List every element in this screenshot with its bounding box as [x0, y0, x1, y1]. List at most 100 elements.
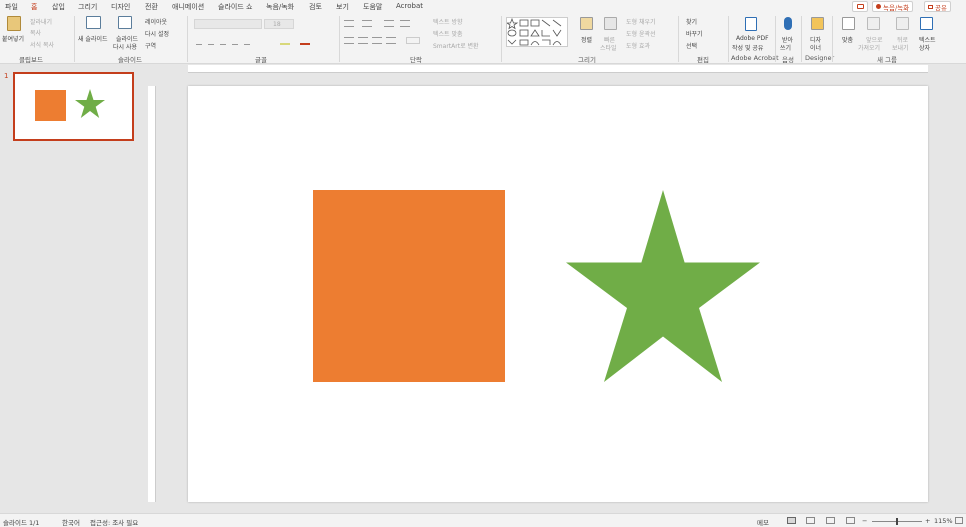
- slide-canvas[interactable]: [188, 86, 928, 502]
- share-label: 공유: [935, 3, 947, 12]
- shape-effects-button[interactable]: 도형 효과: [626, 41, 650, 50]
- tab-view[interactable]: 보기: [336, 2, 349, 12]
- align-button[interactable]: 맞춤: [842, 35, 853, 44]
- font-group-label: 글꼴: [255, 56, 267, 64]
- slide-thumbnail[interactable]: [13, 72, 134, 141]
- arrange-button[interactable]: 정렬: [581, 35, 592, 44]
- language-indicator[interactable]: 한국어: [62, 517, 80, 527]
- menu-bar: 파일 홈 삽입 그리기 디자인 전환 애니메이션 슬라이드 쇼 녹음/녹화 검토…: [0, 0, 966, 15]
- text-direction-button[interactable]: 텍스트 방향: [433, 17, 463, 26]
- paragraph-buttons: [344, 20, 424, 54]
- divider: [187, 16, 188, 62]
- orange-rectangle[interactable]: [313, 190, 505, 382]
- fit-to-window-icon[interactable]: [955, 517, 963, 524]
- bring-forward-label-2: 가져오기: [858, 45, 881, 52]
- share-button[interactable]: 공유: [924, 1, 951, 12]
- notes-button[interactable]: 메모: [757, 517, 769, 527]
- tab-home[interactable]: 홈: [31, 2, 38, 15]
- reading-view-icon[interactable]: [826, 517, 835, 524]
- green-star[interactable]: [566, 189, 760, 383]
- create-pdf-button[interactable]: Adobe PDF: [736, 35, 769, 42]
- tab-acrobat[interactable]: Acrobat: [396, 2, 423, 10]
- designer-group-label: Designer: [805, 54, 835, 62]
- quick-styles-icon: [604, 17, 617, 30]
- slide-number: 1: [4, 72, 9, 80]
- divider: [832, 16, 833, 62]
- zoom-out-icon[interactable]: −: [862, 517, 867, 525]
- new-slide-button[interactable]: 새 슬라이드: [78, 34, 108, 43]
- reuse-slides-icon: [118, 16, 132, 29]
- tab-record[interactable]: 녹음/녹화: [266, 2, 294, 12]
- create-pdf-label-2: 작성 및 공유: [732, 45, 764, 52]
- divider: [801, 16, 802, 62]
- format-painter-button[interactable]: 서식 복사: [30, 40, 54, 49]
- comment-icon: [856, 4, 864, 9]
- editing-group-label: 편집: [697, 56, 709, 64]
- tab-design[interactable]: 디자인: [111, 2, 130, 12]
- divider: [728, 16, 729, 62]
- designer-label-2: 이너: [810, 45, 822, 52]
- section-button[interactable]: 구역: [145, 41, 156, 50]
- reset-button[interactable]: 다시 설정: [145, 29, 169, 38]
- dictate-label-2: 쓰기: [780, 45, 792, 52]
- textbox-icon: [920, 17, 933, 30]
- replace-button[interactable]: 바꾸기: [686, 29, 703, 38]
- send-backward-icon: [896, 17, 909, 30]
- tab-transitions[interactable]: 전환: [145, 2, 158, 12]
- quick-styles-label-2: 스타일: [600, 45, 617, 52]
- font-size-dropdown[interactable]: 18: [264, 19, 294, 29]
- divider: [678, 16, 679, 62]
- tab-help[interactable]: 도움말: [363, 2, 382, 12]
- layout-button[interactable]: 레이아웃: [145, 17, 167, 26]
- zoom-in-icon[interactable]: +: [925, 517, 930, 525]
- copy-button[interactable]: 복사: [30, 28, 41, 37]
- slide-sorter-icon[interactable]: [806, 517, 815, 524]
- tab-draw[interactable]: 그리기: [78, 2, 97, 12]
- thumbnail-star: [75, 89, 105, 118]
- arrange-icon: [580, 17, 593, 30]
- ribbon: 붙여넣기 잘라내기 복사 서식 복사 클립보드 새 슬라이드 슬라이드 다시 사…: [0, 13, 966, 64]
- pdf-icon: [745, 17, 757, 31]
- select-button[interactable]: 선택: [686, 41, 697, 50]
- clipboard-group-label: 클립보드: [19, 56, 43, 64]
- new-group-label: 새 그룹: [877, 56, 898, 64]
- tab-review[interactable]: 검토: [309, 2, 322, 12]
- paste-icon: [7, 16, 21, 31]
- bring-forward-icon: [867, 17, 880, 30]
- normal-view-icon[interactable]: [787, 517, 796, 524]
- new-slide-icon: [86, 16, 101, 29]
- tab-file[interactable]: 파일: [5, 2, 18, 12]
- font-name-dropdown[interactable]: [194, 19, 262, 29]
- find-button[interactable]: 찾기: [686, 17, 697, 26]
- zoom-level[interactable]: 115%: [934, 517, 953, 525]
- tab-insert[interactable]: 삽입: [52, 2, 65, 12]
- record-button[interactable]: 녹음/녹화: [872, 1, 914, 12]
- acrobat-group-label: Adobe Acrobat: [731, 54, 779, 62]
- shape-fill-button[interactable]: 도형 채우기: [626, 17, 656, 26]
- divider: [775, 16, 776, 62]
- accessibility-indicator[interactable]: 접근성: 조사 필요: [90, 517, 138, 527]
- slideshow-icon[interactable]: [846, 517, 855, 524]
- smartart-button[interactable]: SmartArt로 변환: [433, 41, 479, 50]
- thumbnail-rectangle: [35, 90, 66, 121]
- align-text-button[interactable]: 텍스트 맞춤: [433, 29, 463, 38]
- drawing-group-label: 그리기: [578, 56, 596, 64]
- tab-animations[interactable]: 애니메이션: [172, 2, 204, 12]
- horizontal-ruler: [188, 65, 928, 73]
- zoom-slider-thumb[interactable]: [896, 518, 898, 525]
- slides-group-label: 슬라이드: [118, 56, 142, 64]
- align-icon: [842, 17, 855, 30]
- divider: [501, 16, 502, 62]
- share-icon: [928, 4, 933, 9]
- shapes-gallery[interactable]: [505, 17, 568, 47]
- tab-slideshow[interactable]: 슬라이드 쇼: [218, 2, 252, 12]
- paste-button[interactable]: 붙여넣기: [2, 34, 24, 43]
- microphone-icon: [784, 17, 792, 30]
- divider: [74, 16, 75, 62]
- comments-button[interactable]: [852, 1, 868, 12]
- shape-outline-button[interactable]: 도형 윤곽선: [626, 29, 656, 38]
- reuse-slides-label-2: 다시 사용: [113, 44, 137, 51]
- divider: [339, 16, 340, 62]
- font-formatting-buttons: [196, 39, 334, 46]
- cut-button[interactable]: 잘라내기: [30, 17, 52, 26]
